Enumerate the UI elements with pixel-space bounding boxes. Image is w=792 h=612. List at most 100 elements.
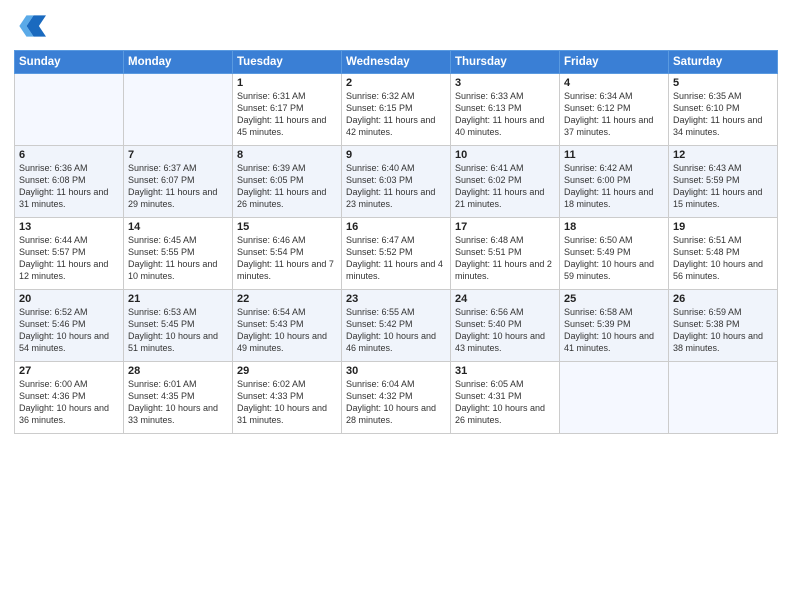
day-number: 24 xyxy=(455,293,555,305)
day-number: 21 xyxy=(128,293,228,305)
day-info: Sunrise: 6:41 AM Sunset: 6:02 PM Dayligh… xyxy=(455,162,555,211)
weekday-header: Monday xyxy=(124,51,233,74)
day-info: Sunrise: 6:50 AM Sunset: 5:49 PM Dayligh… xyxy=(564,234,664,283)
day-info: Sunrise: 6:00 AM Sunset: 4:36 PM Dayligh… xyxy=(19,378,119,427)
day-number: 28 xyxy=(128,365,228,377)
calendar-week-row: 6Sunrise: 6:36 AM Sunset: 6:08 PM Daylig… xyxy=(15,146,778,218)
day-number: 18 xyxy=(564,221,664,233)
weekday-header: Thursday xyxy=(451,51,560,74)
header xyxy=(14,10,778,42)
calendar-cell: 27Sunrise: 6:00 AM Sunset: 4:36 PM Dayli… xyxy=(15,362,124,434)
weekday-header: Tuesday xyxy=(233,51,342,74)
calendar-cell xyxy=(560,362,669,434)
calendar-cell: 25Sunrise: 6:58 AM Sunset: 5:39 PM Dayli… xyxy=(560,290,669,362)
calendar-cell: 6Sunrise: 6:36 AM Sunset: 6:08 PM Daylig… xyxy=(15,146,124,218)
logo xyxy=(14,10,50,42)
calendar-cell: 15Sunrise: 6:46 AM Sunset: 5:54 PM Dayli… xyxy=(233,218,342,290)
page: SundayMondayTuesdayWednesdayThursdayFrid… xyxy=(0,0,792,612)
day-number: 31 xyxy=(455,365,555,377)
day-info: Sunrise: 6:33 AM Sunset: 6:13 PM Dayligh… xyxy=(455,90,555,139)
day-number: 19 xyxy=(673,221,773,233)
day-number: 14 xyxy=(128,221,228,233)
calendar-table: SundayMondayTuesdayWednesdayThursdayFrid… xyxy=(14,50,778,434)
calendar-week-row: 27Sunrise: 6:00 AM Sunset: 4:36 PM Dayli… xyxy=(15,362,778,434)
day-info: Sunrise: 6:42 AM Sunset: 6:00 PM Dayligh… xyxy=(564,162,664,211)
calendar-cell: 14Sunrise: 6:45 AM Sunset: 5:55 PM Dayli… xyxy=(124,218,233,290)
calendar-cell xyxy=(669,362,778,434)
calendar-cell: 21Sunrise: 6:53 AM Sunset: 5:45 PM Dayli… xyxy=(124,290,233,362)
day-number: 2 xyxy=(346,77,446,89)
day-number: 29 xyxy=(237,365,337,377)
day-info: Sunrise: 6:43 AM Sunset: 5:59 PM Dayligh… xyxy=(673,162,773,211)
day-number: 5 xyxy=(673,77,773,89)
weekday-header: Saturday xyxy=(669,51,778,74)
calendar-cell: 1Sunrise: 6:31 AM Sunset: 6:17 PM Daylig… xyxy=(233,74,342,146)
calendar-cell: 11Sunrise: 6:42 AM Sunset: 6:00 PM Dayli… xyxy=(560,146,669,218)
calendar-cell: 26Sunrise: 6:59 AM Sunset: 5:38 PM Dayli… xyxy=(669,290,778,362)
calendar-cell: 31Sunrise: 6:05 AM Sunset: 4:31 PM Dayli… xyxy=(451,362,560,434)
calendar-cell: 13Sunrise: 6:44 AM Sunset: 5:57 PM Dayli… xyxy=(15,218,124,290)
header-row: SundayMondayTuesdayWednesdayThursdayFrid… xyxy=(15,51,778,74)
calendar-cell: 2Sunrise: 6:32 AM Sunset: 6:15 PM Daylig… xyxy=(342,74,451,146)
day-number: 12 xyxy=(673,149,773,161)
calendar-cell: 16Sunrise: 6:47 AM Sunset: 5:52 PM Dayli… xyxy=(342,218,451,290)
weekday-header: Sunday xyxy=(15,51,124,74)
day-number: 8 xyxy=(237,149,337,161)
day-number: 30 xyxy=(346,365,446,377)
day-number: 17 xyxy=(455,221,555,233)
day-info: Sunrise: 6:37 AM Sunset: 6:07 PM Dayligh… xyxy=(128,162,228,211)
calendar-cell: 3Sunrise: 6:33 AM Sunset: 6:13 PM Daylig… xyxy=(451,74,560,146)
calendar-cell: 20Sunrise: 6:52 AM Sunset: 5:46 PM Dayli… xyxy=(15,290,124,362)
day-info: Sunrise: 6:58 AM Sunset: 5:39 PM Dayligh… xyxy=(564,306,664,355)
calendar-cell: 29Sunrise: 6:02 AM Sunset: 4:33 PM Dayli… xyxy=(233,362,342,434)
day-info: Sunrise: 6:51 AM Sunset: 5:48 PM Dayligh… xyxy=(673,234,773,283)
day-info: Sunrise: 6:55 AM Sunset: 5:42 PM Dayligh… xyxy=(346,306,446,355)
calendar-cell: 28Sunrise: 6:01 AM Sunset: 4:35 PM Dayli… xyxy=(124,362,233,434)
calendar-cell: 30Sunrise: 6:04 AM Sunset: 4:32 PM Dayli… xyxy=(342,362,451,434)
day-info: Sunrise: 6:35 AM Sunset: 6:10 PM Dayligh… xyxy=(673,90,773,139)
day-info: Sunrise: 6:53 AM Sunset: 5:45 PM Dayligh… xyxy=(128,306,228,355)
calendar-cell: 23Sunrise: 6:55 AM Sunset: 5:42 PM Dayli… xyxy=(342,290,451,362)
day-info: Sunrise: 6:46 AM Sunset: 5:54 PM Dayligh… xyxy=(237,234,337,283)
calendar-cell: 18Sunrise: 6:50 AM Sunset: 5:49 PM Dayli… xyxy=(560,218,669,290)
day-info: Sunrise: 6:31 AM Sunset: 6:17 PM Dayligh… xyxy=(237,90,337,139)
day-number: 13 xyxy=(19,221,119,233)
calendar-week-row: 20Sunrise: 6:52 AM Sunset: 5:46 PM Dayli… xyxy=(15,290,778,362)
calendar-cell xyxy=(124,74,233,146)
day-number: 11 xyxy=(564,149,664,161)
day-info: Sunrise: 6:40 AM Sunset: 6:03 PM Dayligh… xyxy=(346,162,446,211)
day-info: Sunrise: 6:02 AM Sunset: 4:33 PM Dayligh… xyxy=(237,378,337,427)
calendar-cell: 7Sunrise: 6:37 AM Sunset: 6:07 PM Daylig… xyxy=(124,146,233,218)
day-info: Sunrise: 6:05 AM Sunset: 4:31 PM Dayligh… xyxy=(455,378,555,427)
day-number: 6 xyxy=(19,149,119,161)
calendar-cell: 4Sunrise: 6:34 AM Sunset: 6:12 PM Daylig… xyxy=(560,74,669,146)
calendar-cell: 8Sunrise: 6:39 AM Sunset: 6:05 PM Daylig… xyxy=(233,146,342,218)
day-info: Sunrise: 6:44 AM Sunset: 5:57 PM Dayligh… xyxy=(19,234,119,283)
day-number: 27 xyxy=(19,365,119,377)
day-info: Sunrise: 6:59 AM Sunset: 5:38 PM Dayligh… xyxy=(673,306,773,355)
day-info: Sunrise: 6:47 AM Sunset: 5:52 PM Dayligh… xyxy=(346,234,446,283)
day-info: Sunrise: 6:54 AM Sunset: 5:43 PM Dayligh… xyxy=(237,306,337,355)
day-number: 1 xyxy=(237,77,337,89)
day-info: Sunrise: 6:34 AM Sunset: 6:12 PM Dayligh… xyxy=(564,90,664,139)
day-info: Sunrise: 6:48 AM Sunset: 5:51 PM Dayligh… xyxy=(455,234,555,283)
day-info: Sunrise: 6:36 AM Sunset: 6:08 PM Dayligh… xyxy=(19,162,119,211)
calendar-cell: 5Sunrise: 6:35 AM Sunset: 6:10 PM Daylig… xyxy=(669,74,778,146)
calendar-cell xyxy=(15,74,124,146)
calendar-cell: 10Sunrise: 6:41 AM Sunset: 6:02 PM Dayli… xyxy=(451,146,560,218)
calendar-cell: 22Sunrise: 6:54 AM Sunset: 5:43 PM Dayli… xyxy=(233,290,342,362)
day-number: 16 xyxy=(346,221,446,233)
day-info: Sunrise: 6:04 AM Sunset: 4:32 PM Dayligh… xyxy=(346,378,446,427)
logo-icon xyxy=(14,10,46,42)
day-number: 10 xyxy=(455,149,555,161)
day-info: Sunrise: 6:39 AM Sunset: 6:05 PM Dayligh… xyxy=(237,162,337,211)
day-info: Sunrise: 6:45 AM Sunset: 5:55 PM Dayligh… xyxy=(128,234,228,283)
day-info: Sunrise: 6:32 AM Sunset: 6:15 PM Dayligh… xyxy=(346,90,446,139)
day-number: 15 xyxy=(237,221,337,233)
day-number: 26 xyxy=(673,293,773,305)
calendar-week-row: 1Sunrise: 6:31 AM Sunset: 6:17 PM Daylig… xyxy=(15,74,778,146)
day-number: 22 xyxy=(237,293,337,305)
calendar-week-row: 13Sunrise: 6:44 AM Sunset: 5:57 PM Dayli… xyxy=(15,218,778,290)
day-info: Sunrise: 6:56 AM Sunset: 5:40 PM Dayligh… xyxy=(455,306,555,355)
day-number: 20 xyxy=(19,293,119,305)
